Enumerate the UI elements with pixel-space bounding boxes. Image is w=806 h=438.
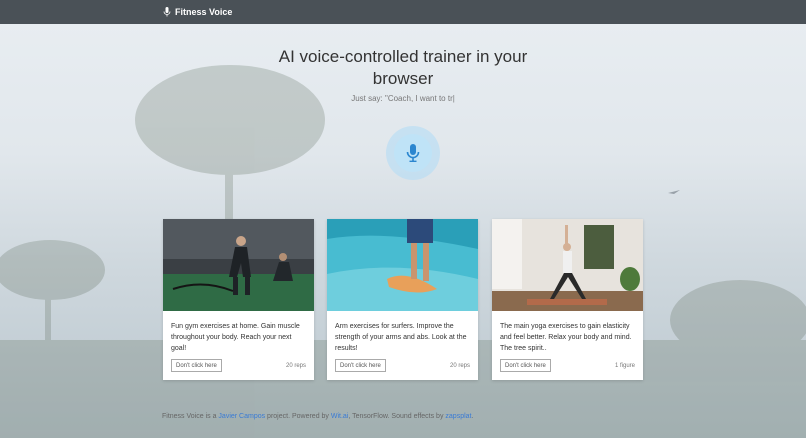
author-link[interactable]: Javier Campos <box>218 413 265 420</box>
footer-credits: Fitness Voice is a Javier Campos project… <box>162 413 473 420</box>
dont-click-button[interactable]: Don't click here <box>335 359 386 372</box>
witai-link[interactable]: Wit.ai <box>331 413 349 420</box>
card-description: Fun gym exercises at home. Gain muscle t… <box>171 323 300 352</box>
mic-button[interactable] <box>386 126 440 180</box>
footer-text: project. Powered by <box>265 413 331 420</box>
page-title: AI voice-controlled trainer in your brow… <box>278 47 528 88</box>
footer-text: . <box>471 413 474 420</box>
card-description: The main yoga exercises to gain elastici… <box>500 323 632 352</box>
card-footer: Don't click here 20 reps <box>335 359 470 372</box>
mic-icon <box>163 7 171 17</box>
dont-click-button[interactable]: Don't click here <box>500 359 551 372</box>
mic-button-inner[interactable] <box>394 134 432 172</box>
exercise-card-yoga: The main yoga exercises to gain elastici… <box>492 219 643 380</box>
voice-prompt-text: Just say: "Coach, I want to tr| <box>351 94 455 103</box>
card-footer: Don't click here 20 reps <box>171 359 306 372</box>
exercise-card-gym: Fun gym exercises at home. Gain muscle t… <box>163 219 314 380</box>
card-meta: 20 reps <box>449 362 470 369</box>
microphone-icon <box>406 144 420 162</box>
brand-name[interactable]: Fitness Voice <box>175 7 232 17</box>
footer-text: Fitness Voice is a <box>162 413 219 420</box>
card-meta: 20 reps <box>285 362 306 369</box>
card-meta: 1 figure <box>614 362 635 369</box>
top-navbar: Fitness Voice <box>0 0 806 24</box>
card-footer: Don't click here 1 figure <box>500 359 635 372</box>
dont-click-button[interactable]: Don't click here <box>171 359 222 372</box>
zapsplat-link[interactable]: zapsplat <box>445 413 471 420</box>
footer-text: , TensorFlow. Sound effects by <box>348 413 446 420</box>
gym-photo <box>163 219 314 311</box>
surf-photo <box>327 219 478 311</box>
card-description: Arm exercises for surfers. Improve the s… <box>335 323 467 352</box>
yoga-photo <box>492 219 643 311</box>
exercise-card-surf: Arm exercises for surfers. Improve the s… <box>327 219 478 380</box>
